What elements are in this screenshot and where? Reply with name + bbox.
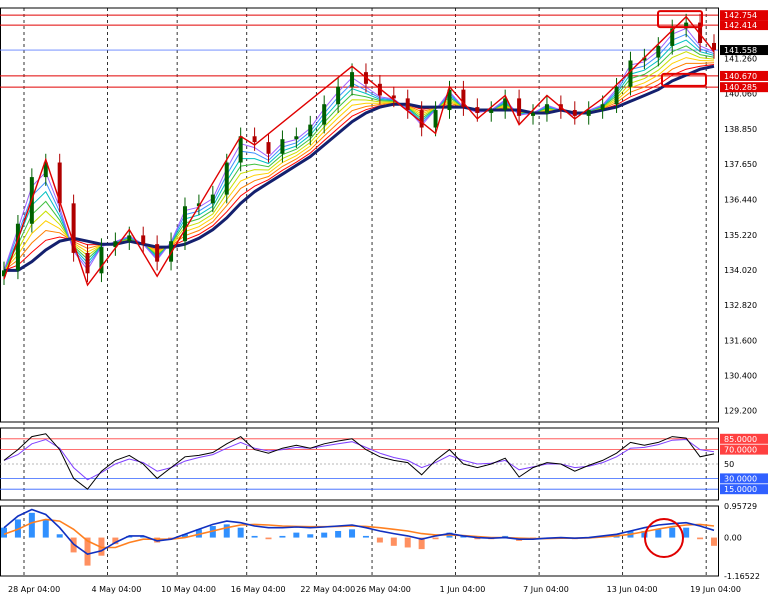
price-axis-tick: 129.200 [724,406,757,415]
macd-histogram-bar [307,534,314,538]
candle-body [531,112,536,116]
candle-body [127,235,132,242]
candle-body [210,194,215,204]
candle-body [419,110,424,128]
oscillator-level-label: 15.0000 [724,485,757,494]
price-axis-tick: 132.820 [724,301,757,310]
time-axis-label: 7 Jun 04:00 [523,585,569,594]
trading-chart[interactable]: 141.260 140.060 138.850 137.650 136.440 135.2… [0,0,770,600]
time-axis-label: 16 May 04:00 [231,585,286,594]
candle-body [656,45,661,58]
time-axis-label: 28 Apr 04:00 [8,585,60,594]
macd-histogram-bar [293,532,300,538]
oscillator-level-label: 85.0000 [724,435,757,444]
macd-histogram-bar [711,537,717,546]
candle-body [572,110,577,116]
macd-histogram-bar [376,537,383,543]
current-price-label: 141.558 [724,46,757,55]
candle-body [252,136,257,143]
candle-body [155,244,160,262]
candle-body [322,104,327,125]
macd-histogram-bar [321,532,328,538]
candle-body [600,104,605,111]
candle-body [503,98,508,111]
oscillator-level-label: 50 [724,460,734,469]
time-axis-label: 22 May 04:00 [300,585,355,594]
main-panel-frame [0,7,719,423]
macd-histogram-bar [237,527,244,538]
candle-body [266,142,271,154]
price-axis-tick: 135.220 [724,231,757,240]
time-axis-label: 26 May 04:00 [356,585,411,594]
price-axis-tick: 141.260 [724,55,757,64]
candle-body [489,110,494,113]
price-axis-tick: 138.850 [724,125,757,134]
price-axis-tick: 136.440 [724,195,757,204]
macd-histogram-bar [223,524,230,538]
candle-body [614,86,619,105]
macd-histogram-bar [349,529,356,538]
candle-body [280,139,285,154]
candle-body [517,98,522,116]
macd-histogram-bar [432,537,439,540]
macd-histogram-bar [1,527,7,538]
macd-histogram-bar [335,530,342,538]
time-axis-label: 19 Jun 04:00 [690,585,741,594]
candle-body [182,206,187,242]
price-axis-tick: 131.600 [724,336,757,345]
candle-body [433,110,438,128]
candle-body [628,60,633,87]
macd-histogram-bar [28,512,35,538]
macd-histogram-bar [655,529,662,538]
macd-axis-tick: 0.95729 [724,502,757,511]
candle-body [238,136,243,163]
price-axis-tick: 130.400 [724,371,757,380]
macd-histogram-bar [251,535,258,538]
candle-body [475,107,480,113]
oscillator-level-label: 30.0000 [724,474,757,483]
candle-body [308,124,313,137]
macd-histogram-bar [362,535,369,538]
time-axis-label: 1 Jun 04:00 [440,585,486,594]
price-tag-label: 142.414 [724,21,757,30]
candle-body [350,72,355,87]
candle-body [336,86,341,105]
candle-body [141,235,146,245]
macd-axis-tick: -1.16522 [724,572,760,581]
macd-panel-frame [0,505,719,577]
candle-body [15,223,20,271]
candle-body [224,162,229,195]
candle-body [586,110,591,116]
macd-histogram-bar [669,527,676,538]
macd-axis-tick: 0.00 [724,534,742,543]
time-axis-label: 10 May 04:00 [161,585,216,594]
macd-histogram-bar [42,519,49,538]
time-axis-label: 4 May 04:00 [92,585,142,594]
macd-histogram-bar [697,537,704,540]
candle-body [294,136,299,140]
macd-histogram-bar [56,534,63,538]
price-tag-label: 140.670 [724,72,757,81]
macd-histogram-bar [683,527,690,538]
chart-canvas[interactable]: 141.260140.060138.850137.650136.440135.2… [0,0,770,598]
macd-histogram-bar [279,535,286,538]
price-tag-label: 142.754 [724,11,757,20]
time-axis-label: 13 Jun 04:00 [607,585,658,594]
price-axis-tick: 137.650 [724,160,757,169]
candle-body [85,252,90,274]
price-tag-label: 140.285 [724,83,757,92]
candle-body [405,98,410,111]
oscillator-level-label: 70.0000 [724,446,757,455]
price-axis-tick: 134.020 [724,266,757,275]
macd-histogram-bar [390,537,397,546]
macd-histogram-bar [265,537,272,540]
candle-body [544,104,549,113]
macd-histogram-bar [404,537,411,548]
